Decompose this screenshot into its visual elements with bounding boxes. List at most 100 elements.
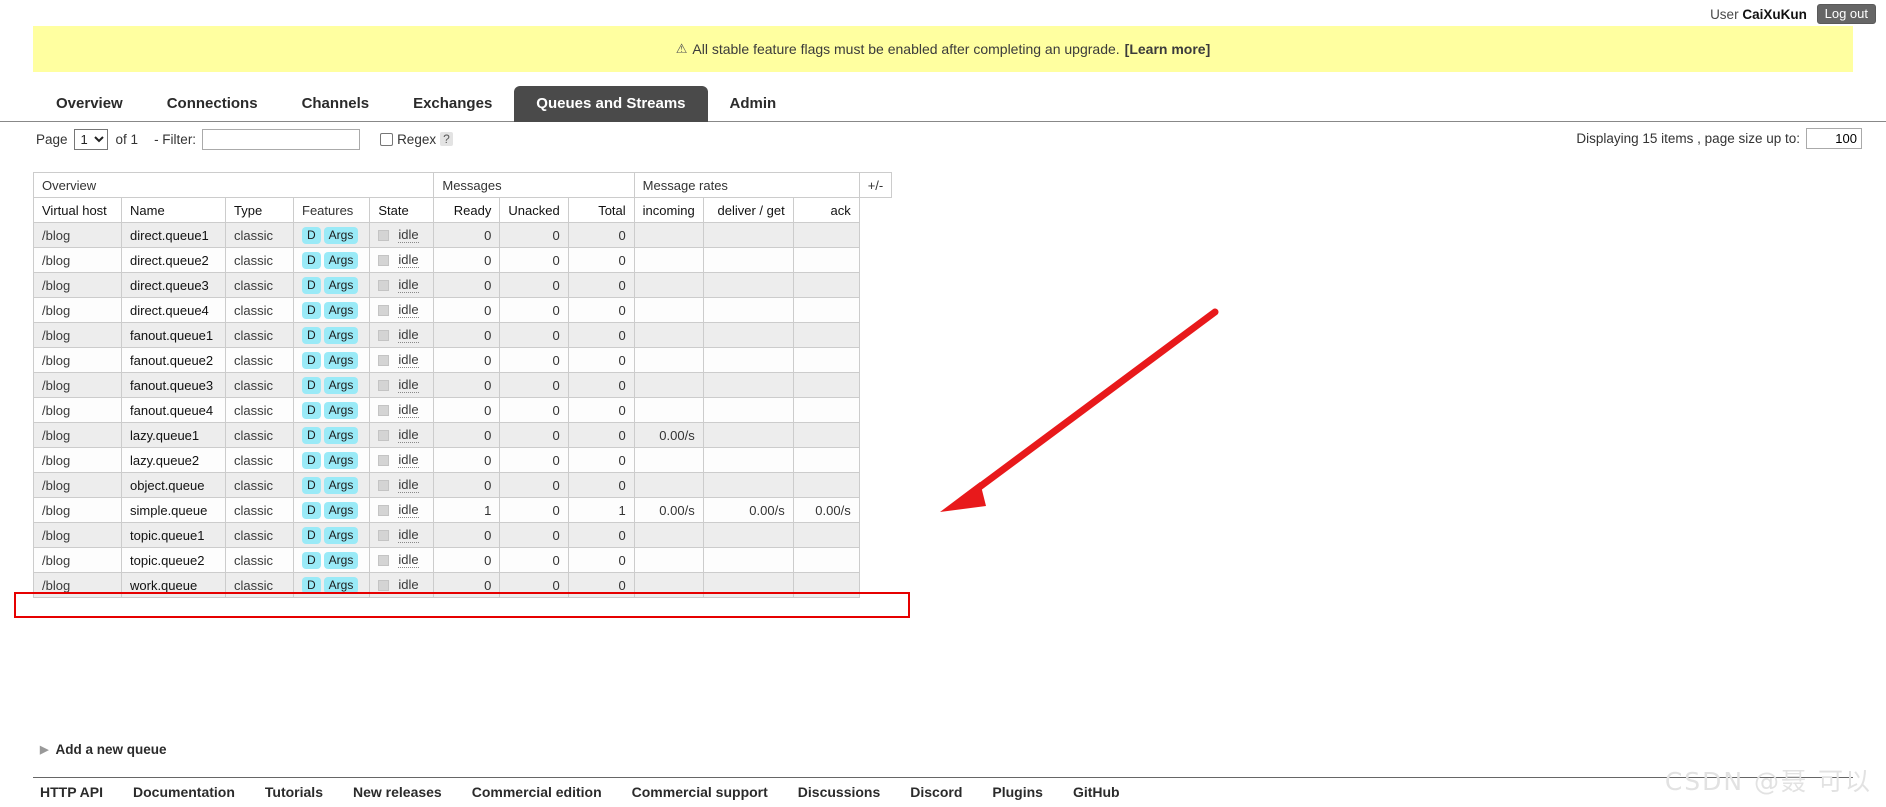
queue-name-link[interactable]: direct.queue1 xyxy=(121,222,226,248)
footer-link-documentation[interactable]: Documentation xyxy=(133,784,235,800)
args-badge[interactable]: Args xyxy=(323,426,359,444)
nav-tab-channels[interactable]: Channels xyxy=(280,86,392,122)
queue-row[interactable]: /blog direct.queue2 classic D Args idle 0 0 0 xyxy=(33,247,892,273)
durable-badge[interactable]: D xyxy=(302,401,321,419)
column-header-ack[interactable]: ack xyxy=(792,197,860,223)
column-header-deliver-get[interactable]: deliver / get xyxy=(702,197,794,223)
args-badge[interactable]: Args xyxy=(323,226,359,244)
durable-badge[interactable]: D xyxy=(302,451,321,469)
args-badge[interactable]: Args xyxy=(323,351,359,369)
queue-ack-rate xyxy=(792,522,860,548)
column-header-type[interactable]: Type xyxy=(225,197,294,223)
queue-name-link[interactable]: topic.queue1 xyxy=(121,522,226,548)
queue-row[interactable]: /blog work.queue classic D Args idle 0 0 0 xyxy=(33,572,892,598)
footer-link-new-releases[interactable]: New releases xyxy=(353,784,442,800)
queue-name-link[interactable]: direct.queue3 xyxy=(121,272,226,298)
footer-link-http-api[interactable]: HTTP API xyxy=(40,784,103,800)
durable-badge[interactable]: D xyxy=(302,376,321,394)
column-header-state[interactable]: State xyxy=(369,197,435,223)
footer-link-tutorials[interactable]: Tutorials xyxy=(265,784,323,800)
nav-tab-queues-and-streams[interactable]: Queues and Streams xyxy=(514,86,708,122)
durable-badge[interactable]: D xyxy=(302,476,321,494)
queue-row[interactable]: /blog direct.queue1 classic D Args idle 0 0 0 xyxy=(33,222,892,248)
args-badge[interactable]: Args xyxy=(323,576,359,594)
nav-tab-admin[interactable]: Admin xyxy=(708,86,799,122)
durable-badge[interactable]: D xyxy=(302,426,321,444)
toggle-columns-button[interactable]: +/- xyxy=(858,172,893,198)
nav-tab-exchanges[interactable]: Exchanges xyxy=(391,86,514,122)
queue-row[interactable]: /blog direct.queue3 classic D Args idle 0 0 0 xyxy=(33,272,892,298)
queue-name-link[interactable]: direct.queue4 xyxy=(121,297,226,323)
queue-name-link[interactable]: topic.queue2 xyxy=(121,547,226,573)
queue-name-link[interactable]: fanout.queue4 xyxy=(121,397,226,423)
column-header-name[interactable]: Name xyxy=(121,197,226,223)
page-size-input[interactable] xyxy=(1806,128,1862,149)
page-select[interactable]: 1 xyxy=(73,128,108,150)
args-badge[interactable]: Args xyxy=(323,376,359,394)
column-header-virtual-host[interactable]: Virtual host xyxy=(33,197,122,223)
queue-name-link[interactable]: fanout.queue2 xyxy=(121,347,226,373)
footer-link-commercial-support[interactable]: Commercial support xyxy=(632,784,768,800)
queue-name-link[interactable]: simple.queue xyxy=(121,497,226,523)
queue-row[interactable]: /blog fanout.queue1 classic D Args idle 0 0 0 xyxy=(33,322,892,348)
regex-help-icon[interactable]: ? xyxy=(440,132,453,146)
queue-type: classic xyxy=(225,447,294,473)
queue-name-link[interactable]: lazy.queue1 xyxy=(121,422,226,448)
queue-row[interactable]: /blog lazy.queue1 classic D Args idle 0 0 0 0.00/… xyxy=(33,422,892,448)
durable-badge[interactable]: D xyxy=(302,326,321,344)
column-header-total[interactable]: Total xyxy=(567,197,635,223)
durable-badge[interactable]: D xyxy=(302,251,321,269)
footer-link-discussions[interactable]: Discussions xyxy=(798,784,880,800)
regex-checkbox[interactable] xyxy=(380,132,394,146)
queue-row[interactable]: /blog topic.queue2 classic D Args idle 0 0 0 xyxy=(33,547,892,573)
add-new-queue-toggle[interactable]: ▶ Add a new queue xyxy=(40,742,166,757)
durable-badge[interactable]: D xyxy=(302,351,321,369)
args-badge[interactable]: Args xyxy=(323,526,359,544)
args-badge[interactable]: Args xyxy=(323,326,359,344)
footer-link-commercial-edition[interactable]: Commercial edition xyxy=(472,784,602,800)
queue-name-link[interactable]: fanout.queue1 xyxy=(121,322,226,348)
queue-row[interactable]: /blog fanout.queue3 classic D Args idle 0 0 0 xyxy=(33,372,892,398)
learn-more-link[interactable]: [Learn more] xyxy=(1125,41,1211,57)
footer-link-plugins[interactable]: Plugins xyxy=(992,784,1043,800)
args-badge[interactable]: Args xyxy=(323,301,359,319)
queue-row[interactable]: /blog lazy.queue2 classic D Args idle 0 0 0 xyxy=(33,447,892,473)
column-header-ready[interactable]: Ready xyxy=(433,197,501,223)
durable-badge[interactable]: D xyxy=(302,301,321,319)
queue-name-link[interactable]: object.queue xyxy=(121,472,226,498)
logout-button[interactable]: Log out xyxy=(1816,4,1876,24)
state-indicator-icon xyxy=(378,304,390,316)
args-badge[interactable]: Args xyxy=(323,551,359,569)
durable-badge[interactable]: D xyxy=(302,501,321,519)
args-badge[interactable]: Args xyxy=(323,451,359,469)
queue-name-link[interactable]: lazy.queue2 xyxy=(121,447,226,473)
queue-row[interactable]: /blog object.queue classic D Args idle 0 0 0 xyxy=(33,472,892,498)
footer-link-discord[interactable]: Discord xyxy=(910,784,962,800)
queue-name-link[interactable]: direct.queue2 xyxy=(121,247,226,273)
footer-link-github[interactable]: GitHub xyxy=(1073,784,1120,800)
args-badge[interactable]: Args xyxy=(323,476,359,494)
durable-badge[interactable]: D xyxy=(302,226,321,244)
nav-tab-connections[interactable]: Connections xyxy=(145,86,280,122)
args-badge[interactable]: Args xyxy=(323,276,359,294)
queue-row[interactable]: /blog topic.queue1 classic D Args idle 0 0 0 xyxy=(33,522,892,548)
durable-badge[interactable]: D xyxy=(302,551,321,569)
durable-badge[interactable]: D xyxy=(302,576,321,594)
queue-row[interactable]: /blog fanout.queue4 classic D Args idle 0 0 0 xyxy=(33,397,892,423)
column-header-unacked[interactable]: Unacked xyxy=(499,197,569,223)
nav-tab-overview[interactable]: Overview xyxy=(34,86,145,122)
queue-name-link[interactable]: fanout.queue3 xyxy=(121,372,226,398)
args-badge[interactable]: Args xyxy=(323,251,359,269)
durable-badge[interactable]: D xyxy=(302,526,321,544)
args-badge[interactable]: Args xyxy=(323,501,359,519)
queue-name-link[interactable]: work.queue xyxy=(121,572,226,598)
filter-input[interactable] xyxy=(202,128,361,150)
state-label: idle xyxy=(398,402,419,418)
queue-row[interactable]: /blog fanout.queue2 classic D Args idle 0 0 0 xyxy=(33,347,892,373)
column-header-incoming[interactable]: incoming xyxy=(633,197,704,223)
queue-state: idle xyxy=(369,547,435,573)
args-badge[interactable]: Args xyxy=(323,401,359,419)
queue-row[interactable]: /blog direct.queue4 classic D Args idle 0 0 0 xyxy=(33,297,892,323)
queue-row[interactable]: /blog simple.queue classic D Args idle 1 0 1 0.00… xyxy=(33,497,892,523)
durable-badge[interactable]: D xyxy=(302,276,321,294)
